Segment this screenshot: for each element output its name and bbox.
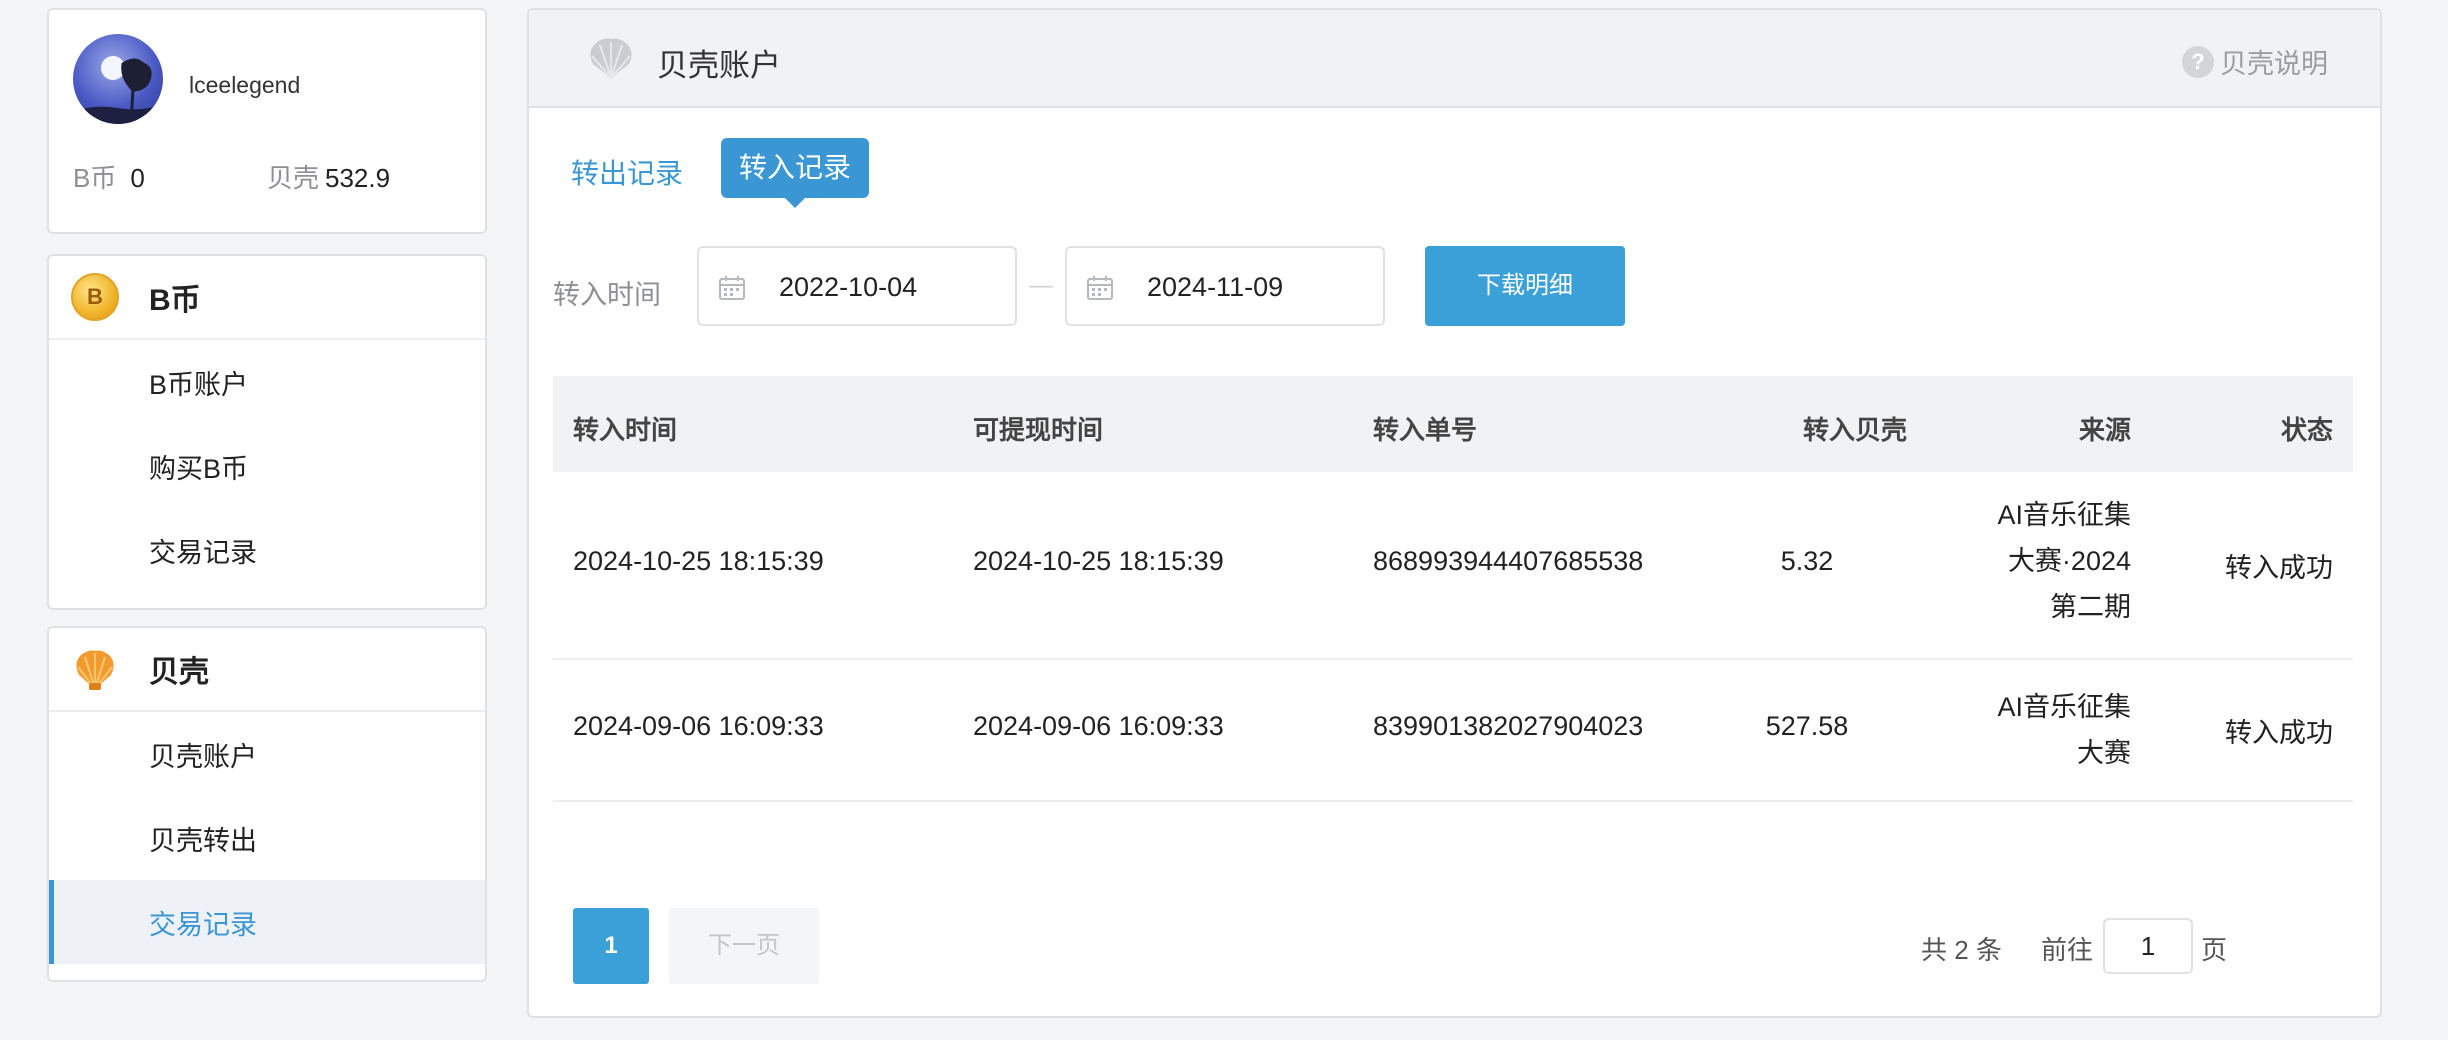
bcoin-balance: B币 0 [73,158,145,195]
menu-item-bcoin-account[interactable]: B币账户 [49,340,485,424]
total-count: 共 2 条 [1921,935,2002,965]
shell-header-icon [585,34,637,87]
cell-withdraw-time: 2024-10-25 18:15:39 [973,546,1224,576]
column-header: 转入时间 [573,415,678,445]
source-line: 大赛·2024 [2007,546,2131,576]
menu-item-bcoin-transactions[interactable]: 交易记录 [49,508,485,592]
cell-order-number: 839901382027904023 [1373,711,1644,741]
cell-transfer-time: 2024-09-06 16:09:33 [573,711,824,741]
cell-transfer-time: 2024-10-25 18:15:39 [573,546,824,576]
coin-icon: B [71,273,119,321]
calendar-icon [719,276,745,300]
column-header: 转入贝壳 [1802,415,1907,445]
shell-help-label: 贝壳说明 [2220,49,2328,79]
cell-order-number: 868993944407685538 [1373,546,1644,576]
source-line: 第二期 [2050,592,2131,622]
main-header: 贝壳账户 ? 贝壳说明 [529,10,2380,108]
shell-balance: 贝壳 532.9 [267,158,390,195]
shell-menu-header: 贝壳 [49,628,485,712]
coin-icon-glyph: B [87,284,103,309]
source-line: AI音乐征集 [1997,500,2131,530]
shell-balance-value: 532.9 [325,163,391,193]
date-filter-label: 转入时间 [553,280,661,310]
shell-menu: 贝壳 贝壳账户 贝壳转出 交易记录 [47,626,487,982]
date-to-value: 2024-11-09 [1147,272,1284,302]
date-to-picker[interactable]: 2024-11-09 [1065,246,1385,326]
date-range-separator: — [1029,272,1053,299]
shell-help-link[interactable]: ? 贝壳说明 [2182,42,2328,81]
goto-page-input[interactable] [2103,918,2193,974]
column-header: 可提现时间 [973,415,1104,445]
bcoin-menu-title: B币 [149,284,201,317]
page-title: 贝壳账户 [657,48,781,83]
source-line: AI音乐征集 [1997,692,2131,722]
table-row: 2024-10-25 18:15:39 2024-10-25 18:15:39 … [553,472,2353,660]
main-panel: 贝壳账户 ? 贝壳说明 转出记录 转入记录 转入时间 2022-10-04 — … [527,8,2382,1018]
shell-balance-label: 贝壳 [267,163,320,193]
bcoin-balance-label: B币 [73,163,117,193]
date-from-picker[interactable]: 2022-10-04 [697,246,1017,326]
menu-item-shell-transactions[interactable]: 交易记录 [49,880,485,964]
column-header: 状态 [2280,415,2333,445]
shell-menu-title: 贝壳 [149,656,209,689]
cell-source: AI音乐征集 大赛 [1997,684,2131,776]
bcoin-menu: B B币 B币账户 购买B币 交易记录 [47,254,487,610]
table-header: 转入时间 可提现时间 转入单号 转入贝壳 来源 状态 [553,376,2353,472]
bcoin-balance-value: 0 [130,163,145,193]
menu-item-shell-transfer-out[interactable]: 贝壳转出 [49,796,485,880]
avatar[interactable] [73,34,163,124]
username: lceelegend [189,72,301,98]
shell-icon [71,645,119,693]
date-from-value: 2022-10-04 [779,272,918,302]
cell-withdraw-time: 2024-09-06 16:09:33 [973,711,1224,741]
cell-status: 转入成功 [2225,553,2333,583]
table-row: 2024-09-06 16:09:33 2024-09-06 16:09:33 … [553,660,2353,802]
cell-status: 转入成功 [2225,718,2333,748]
page-number-button[interactable]: 1 [573,908,649,984]
column-header: 转入单号 [1373,415,1478,445]
calendar-icon [1087,276,1113,300]
transfer-in-table: 转入时间 可提现时间 转入单号 转入贝壳 来源 状态 2024-10-25 18… [553,376,2353,802]
column-header: 来源 [2078,415,2131,445]
tab-transfer-out-records[interactable]: 转出记录 [571,152,683,192]
cell-amount: 5.32 [1780,546,1834,576]
profile-card: lceelegend B币 0 贝壳 532.9 [47,8,487,234]
tab-transfer-in-records[interactable]: 转入记录 [721,138,869,208]
help-icon: ? [2182,45,2214,78]
menu-item-shell-account[interactable]: 贝壳账户 [49,712,485,796]
cell-amount: 527.58 [1765,711,1849,741]
page-suffix: 页 [2201,935,2228,965]
source-line: 大赛 [2077,738,2131,768]
menu-item-buy-bcoin[interactable]: 购买B币 [49,424,485,508]
next-page-button[interactable]: 下一页 [669,908,819,984]
download-details-button[interactable]: 下载明细 [1425,246,1625,326]
goto-label: 前往 [2041,935,2094,965]
bcoin-menu-header: B B币 [49,256,485,340]
cell-source: AI音乐征集 大赛·2024 第二期 [1997,492,2131,630]
